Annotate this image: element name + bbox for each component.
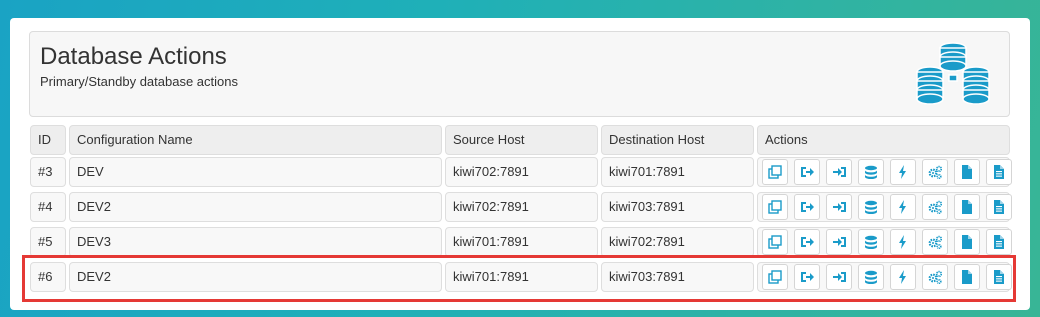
file-icon <box>962 165 972 179</box>
database-cluster-icon <box>916 42 990 105</box>
database-action-button[interactable] <box>858 229 884 255</box>
column-header-destination-host: Destination Host <box>601 125 754 155</box>
sign-in-icon <box>833 202 846 212</box>
gears-icon <box>928 235 942 249</box>
bolt-action-button[interactable] <box>890 194 916 220</box>
row-actions <box>757 227 1012 257</box>
column-header-actions: Actions <box>757 125 1010 155</box>
database-icon <box>865 165 877 179</box>
row-id: #4 <box>30 192 66 222</box>
sign-in-action-button[interactable] <box>826 159 852 185</box>
file-text-action-button[interactable] <box>986 229 1012 255</box>
file-action-button[interactable] <box>954 194 980 220</box>
file-action-button[interactable] <box>954 229 980 255</box>
page-header: Database Actions Primary/Standby databas… <box>29 31 1010 117</box>
gears-icon <box>928 200 942 214</box>
sign-out-action-button[interactable] <box>794 159 820 185</box>
copy-icon <box>768 200 782 214</box>
file-text-icon <box>994 165 1004 179</box>
database-action-button[interactable] <box>858 194 884 220</box>
file-text-action-button[interactable] <box>986 194 1012 220</box>
copy-action-button[interactable] <box>762 229 788 255</box>
highlighted-row-outline <box>22 255 1016 302</box>
row-id: #3 <box>30 157 66 187</box>
copy-action-button[interactable] <box>762 159 788 185</box>
row-destination-host: kiwi702:7891 <box>601 227 754 257</box>
sign-out-action-button[interactable] <box>794 194 820 220</box>
page-title: Database Actions <box>40 43 227 70</box>
row-configuration-name: DEV <box>69 157 442 187</box>
sign-in-action-button[interactable] <box>826 194 852 220</box>
sign-out-action-button[interactable] <box>794 229 820 255</box>
row-configuration-name: DEV2 <box>69 192 442 222</box>
copy-icon <box>768 235 782 249</box>
gears-icon <box>928 165 942 179</box>
gears-action-button[interactable] <box>922 159 948 185</box>
page-subtitle: Primary/Standby database actions <box>40 74 238 89</box>
file-icon <box>962 200 972 214</box>
database-icon <box>865 235 877 249</box>
bolt-action-button[interactable] <box>890 229 916 255</box>
database-icon <box>865 200 877 214</box>
row-id: #5 <box>30 227 66 257</box>
row-actions <box>757 157 1012 187</box>
file-text-icon <box>994 200 1004 214</box>
file-action-button[interactable] <box>954 159 980 185</box>
gears-action-button[interactable] <box>922 194 948 220</box>
sign-in-action-button[interactable] <box>826 229 852 255</box>
bolt-icon <box>899 235 906 249</box>
copy-icon <box>768 165 782 179</box>
column-header-source-host: Source Host <box>445 125 598 155</box>
column-header-id: ID <box>30 125 66 155</box>
sign-out-icon <box>801 167 814 177</box>
sign-in-icon <box>833 237 846 247</box>
bolt-icon <box>899 200 906 214</box>
sign-in-icon <box>833 167 846 177</box>
sign-out-icon <box>801 202 814 212</box>
copy-action-button[interactable] <box>762 194 788 220</box>
file-icon <box>962 235 972 249</box>
column-header-configuration-name: Configuration Name <box>69 125 442 155</box>
row-configuration-name: DEV3 <box>69 227 442 257</box>
row-actions <box>757 192 1012 222</box>
row-source-host: kiwi702:7891 <box>445 157 598 187</box>
row-destination-host: kiwi703:7891 <box>601 192 754 222</box>
bolt-action-button[interactable] <box>890 159 916 185</box>
database-action-button[interactable] <box>858 159 884 185</box>
file-text-action-button[interactable] <box>986 159 1012 185</box>
row-source-host: kiwi701:7891 <box>445 227 598 257</box>
bolt-icon <box>899 165 906 179</box>
file-text-icon <box>994 235 1004 249</box>
row-source-host: kiwi702:7891 <box>445 192 598 222</box>
row-destination-host: kiwi701:7891 <box>601 157 754 187</box>
sign-out-icon <box>801 237 814 247</box>
gears-action-button[interactable] <box>922 229 948 255</box>
